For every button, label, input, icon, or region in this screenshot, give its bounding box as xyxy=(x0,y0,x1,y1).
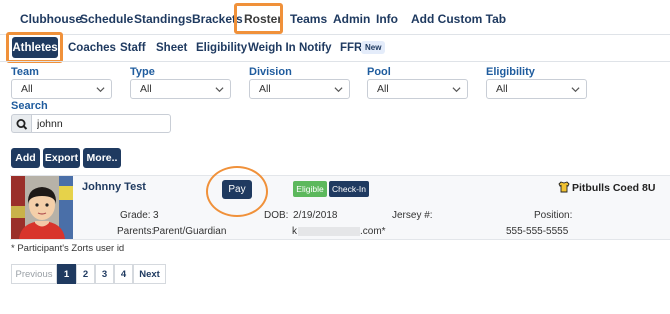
position-label: Position: xyxy=(534,210,573,221)
search-label: Search xyxy=(11,100,48,112)
phone-value: 555-555-5555 xyxy=(506,226,569,237)
athlete-name[interactable]: Johnny Test xyxy=(82,181,146,193)
athlete-photo xyxy=(11,176,73,239)
tab-teams[interactable]: Teams xyxy=(290,12,327,26)
search-icon-box xyxy=(11,114,31,133)
filter-division-value: All xyxy=(259,83,271,95)
chevron-down-icon xyxy=(452,87,461,93)
athletes-highlight-box xyxy=(6,32,63,63)
pagination-page-1[interactable]: 1 xyxy=(57,264,76,284)
tab-info[interactable]: Info xyxy=(376,12,398,26)
tab-clubhouse[interactable]: Clubhouse xyxy=(20,12,82,26)
subtab-weigh-in[interactable]: Weigh In xyxy=(248,42,296,54)
email-prefix: k xyxy=(292,226,297,237)
filter-eligibility-select[interactable]: All xyxy=(486,79,587,99)
chevron-down-icon xyxy=(334,87,343,93)
filter-team-select[interactable]: All xyxy=(11,79,112,99)
filter-pool-select[interactable]: All xyxy=(367,79,468,99)
grade-value: 3 xyxy=(153,210,159,221)
top-nav-divider xyxy=(0,34,670,35)
filter-label-pool: Pool xyxy=(367,66,391,78)
search-icon xyxy=(16,119,28,130)
tab-add-custom-tab[interactable]: Add Custom Tab xyxy=(411,12,506,26)
top-nav: Clubhouse Schedule Standings Brackets Ro… xyxy=(0,0,670,36)
roster-highlight-box xyxy=(234,3,283,34)
filter-label-team: Team xyxy=(11,66,39,78)
parents-value: Parent/Guardian xyxy=(153,226,227,237)
more-button[interactable]: More.. xyxy=(83,148,121,168)
chevron-down-icon xyxy=(96,87,105,93)
pagination-page-3[interactable]: 3 xyxy=(95,264,114,284)
tab-standings[interactable]: Standings xyxy=(134,12,192,26)
pagination-next[interactable]: Next xyxy=(133,264,166,284)
team-name: Pitbulls Coed 8U xyxy=(572,182,656,194)
dob-value: 2/19/2018 xyxy=(293,210,338,221)
filter-type-select[interactable]: All xyxy=(130,79,231,99)
subtab-eligibility[interactable]: Eligibility xyxy=(196,42,247,54)
footnote: * Participant's Zorts user id xyxy=(11,243,125,254)
email-suffix: .com* xyxy=(360,226,386,237)
eligible-badge: Eligible xyxy=(293,181,327,197)
tab-admin[interactable]: Admin xyxy=(333,12,370,26)
pagination-page-2[interactable]: 2 xyxy=(76,264,95,284)
jersey-label: Jersey #: xyxy=(392,210,433,221)
subtab-ffr[interactable]: FFR xyxy=(340,42,362,54)
search-input[interactable] xyxy=(31,114,171,133)
chevron-down-icon xyxy=(215,87,224,93)
subtab-sheet[interactable]: Sheet xyxy=(156,42,187,54)
filter-eligibility-value: All xyxy=(496,83,508,95)
dob-label: DOB: xyxy=(264,210,289,221)
pagination-previous[interactable]: Previous xyxy=(11,264,57,284)
new-badge: New xyxy=(361,41,386,54)
subtab-staff[interactable]: Staff xyxy=(120,42,146,54)
parents-label: Parents: xyxy=(117,226,155,237)
filter-label-division: Division xyxy=(249,66,292,78)
filter-division-select[interactable]: All xyxy=(249,79,350,99)
sub-nav-divider xyxy=(0,61,670,62)
subtab-coaches[interactable]: Coaches xyxy=(68,42,116,54)
email-redaction xyxy=(298,227,360,236)
check-in-button[interactable]: Check-In xyxy=(329,181,369,197)
subtab-notify[interactable]: Notify xyxy=(299,42,332,54)
pay-highlight-circle xyxy=(206,166,268,217)
filter-type-value: All xyxy=(140,83,152,95)
filter-pool-value: All xyxy=(377,83,389,95)
chevron-down-icon xyxy=(571,87,580,93)
pagination-page-4[interactable]: 4 xyxy=(114,264,133,284)
tab-schedule[interactable]: Schedule xyxy=(80,12,133,26)
filter-label-eligibility: Eligibility xyxy=(486,66,535,78)
filter-label-type: Type xyxy=(130,66,155,78)
add-button[interactable]: Add xyxy=(11,148,40,168)
export-button[interactable]: Export xyxy=(43,148,80,168)
jersey-icon xyxy=(558,181,570,193)
filter-team-value: All xyxy=(21,83,33,95)
grade-label: Grade: xyxy=(120,210,151,221)
